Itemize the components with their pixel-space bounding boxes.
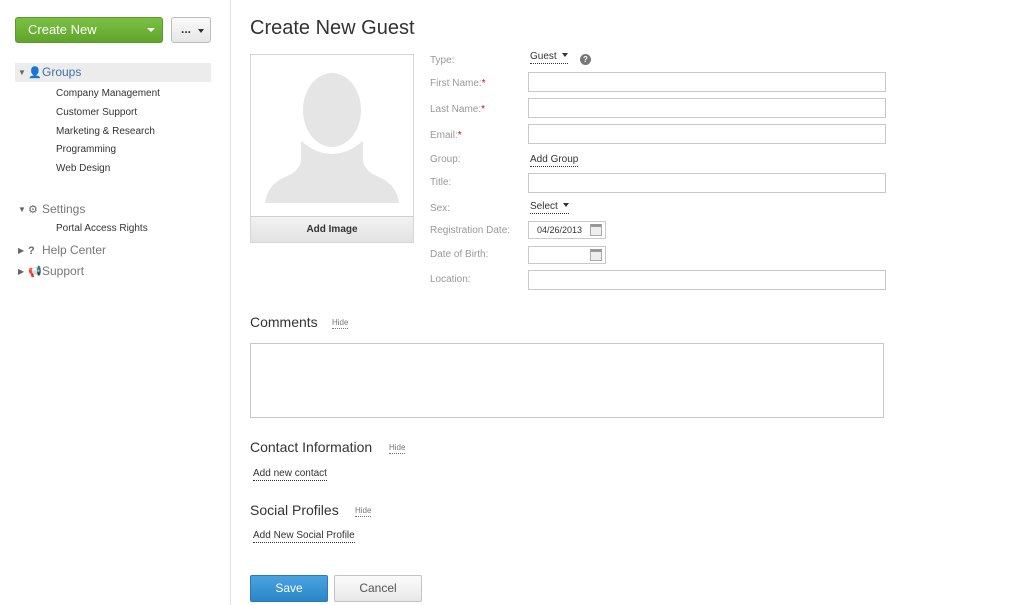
create-new-label: Create New: [28, 22, 97, 37]
date-of-birth-field[interactable]: [528, 246, 606, 264]
chevron-down-icon: [562, 203, 569, 207]
collapsed-arrow-icon[interactable]: ▶: [18, 267, 28, 276]
first-name-field[interactable]: [528, 72, 886, 92]
type-dropdown[interactable]: Guest: [530, 51, 568, 64]
cancel-button[interactable]: Cancel: [334, 575, 422, 602]
sidebar-item-help-center[interactable]: ▶? Help Center: [15, 243, 106, 257]
calendar-icon[interactable]: [590, 224, 602, 236]
title-label: Title:: [430, 177, 452, 188]
sex-label: Sex:: [430, 203, 451, 214]
sex-value: Select: [530, 201, 558, 212]
chevron-down-icon: [147, 28, 155, 32]
create-new-button[interactable]: Create New: [15, 17, 163, 43]
contact-info-title: Contact Information: [250, 439, 373, 455]
add-social-profile-link[interactable]: Add New Social Profile: [253, 530, 355, 543]
sidebar-item-label: Settings: [42, 202, 86, 216]
help-icon[interactable]: ?: [580, 54, 591, 65]
gear-icon: ⚙: [28, 204, 38, 216]
location-label: Location:: [430, 274, 471, 285]
sidebar-item-groups[interactable]: ▼ 👤Groups: [15, 63, 211, 82]
location-field[interactable]: [528, 270, 886, 290]
add-group-link[interactable]: Add Group: [530, 154, 579, 167]
required-mark: *: [481, 104, 486, 115]
sidebar-item-web-design[interactable]: Web Design: [56, 163, 110, 174]
collapsed-arrow-icon[interactable]: ▶: [18, 246, 28, 255]
required-mark: *: [481, 78, 486, 89]
add-new-contact-link[interactable]: Add new contact: [253, 468, 327, 481]
avatar-placeholder-icon: [265, 73, 399, 203]
calendar-icon[interactable]: [590, 249, 602, 261]
sidebar-item-settings[interactable]: ▼ ⚙ Settings: [15, 202, 85, 216]
type-label: Type:: [430, 55, 455, 66]
date-of-birth-label: Date of Birth:: [430, 249, 489, 260]
chevron-down-icon: [561, 53, 568, 57]
question-icon: ?: [28, 245, 35, 257]
email-label: Email:*: [430, 130, 462, 141]
sidebar-item-label: Help Center: [42, 243, 107, 257]
sidebar-item-label: Groups: [42, 65, 82, 79]
registration-date-value: 04/26/2013: [537, 225, 583, 235]
sidebar-item-company-management[interactable]: Company Management: [56, 88, 160, 99]
avatar-upload[interactable]: Add Image: [250, 54, 414, 243]
more-label: ...: [181, 22, 192, 36]
user-icon: 👤: [28, 67, 42, 79]
contact-hide-link[interactable]: Hide: [389, 443, 406, 454]
first-name-label: First Name:*: [430, 78, 486, 89]
comments-textarea[interactable]: [250, 343, 884, 418]
last-name-field[interactable]: [528, 98, 886, 118]
social-profiles-title: Social Profiles: [250, 502, 339, 518]
megaphone-icon: 📢: [28, 266, 42, 278]
registration-date-label: Registration Date:: [430, 225, 511, 236]
sidebar-item-customer-support[interactable]: Customer Support: [56, 107, 137, 118]
last-name-label: Last Name:*: [430, 104, 486, 115]
save-button[interactable]: Save: [250, 575, 328, 602]
group-label: Group:: [430, 154, 461, 165]
sidebar-item-support[interactable]: ▶ 📢Support: [15, 264, 84, 278]
more-actions-button[interactable]: ...: [171, 17, 211, 43]
expanded-arrow-icon[interactable]: ▼: [18, 63, 28, 82]
type-value: Guest: [530, 51, 557, 62]
registration-date-field[interactable]: 04/26/2013: [528, 221, 606, 239]
expanded-arrow-icon[interactable]: ▼: [18, 205, 28, 214]
sidebar-item-programming[interactable]: Programming: [56, 144, 116, 155]
sidebar-item-label: Support: [42, 264, 85, 278]
title-field[interactable]: [528, 173, 886, 193]
social-hide-link[interactable]: Hide: [355, 506, 372, 517]
chevron-down-icon: [198, 29, 204, 33]
comments-title: Comments: [250, 314, 318, 330]
email-field[interactable]: [528, 124, 886, 144]
sex-dropdown[interactable]: Select: [530, 201, 569, 214]
comments-hide-link[interactable]: Hide: [332, 318, 349, 329]
sidebar: Create New ... ▼ 👤Groups Company Manageme…: [0, 0, 231, 605]
sidebar-item-portal-access-rights[interactable]: Portal Access Rights: [56, 223, 148, 234]
page-title: Create New Guest: [250, 17, 415, 39]
sidebar-item-marketing-research[interactable]: Marketing & Research: [56, 126, 155, 137]
required-mark: *: [457, 130, 462, 141]
add-image-button[interactable]: Add Image: [251, 216, 413, 242]
